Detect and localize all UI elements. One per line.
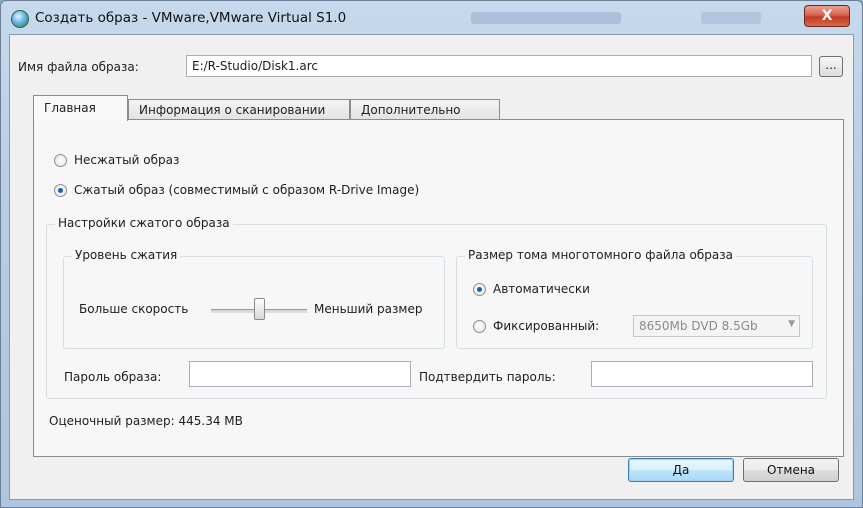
background-window-ghost xyxy=(701,12,761,24)
tab-label: Информация о сканировании xyxy=(139,103,326,117)
confirm-password-label: Подтвердить пароль: xyxy=(419,370,556,384)
close-button[interactable]: X xyxy=(804,5,850,27)
fixed-volume-option[interactable]: Фиксированный: xyxy=(473,319,599,333)
tab-main[interactable]: Главная xyxy=(33,95,128,121)
tab-scan-info[interactable]: Информация о сканировании xyxy=(128,99,350,120)
auto-volume-radio[interactable] xyxy=(473,282,486,296)
chevron-down-icon: ▼ xyxy=(788,319,795,329)
compression-settings-title: Настройки сжатого образа xyxy=(55,216,233,230)
ok-button[interactable]: Да xyxy=(628,458,734,482)
estimated-size-text: Оценочный размер: 445.34 MB xyxy=(49,414,243,428)
confirm-password-input[interactable] xyxy=(591,361,813,387)
cancel-button[interactable]: Отмена xyxy=(743,458,839,482)
tab-label: Дополнительно xyxy=(361,103,461,117)
auto-volume-option[interactable]: Автоматически xyxy=(473,282,590,296)
fixed-volume-label: Фиксированный: xyxy=(493,319,600,333)
background-window-ghost xyxy=(471,12,621,24)
create-image-dialog: Создать образ - VMware,VMware Virtual S1… xyxy=(0,0,863,508)
slider-right-label: Меньший размер xyxy=(314,302,423,316)
compression-level-title: Уровень сжатия xyxy=(72,248,181,262)
password-label: Пароль образа: xyxy=(64,370,162,384)
slider-left-label: Больше скорость xyxy=(79,302,189,316)
window-title: Создать образ - VMware,VMware Virtual S1… xyxy=(35,10,347,26)
file-name-label: Имя файла образа: xyxy=(18,60,139,74)
fixed-size-select: 8650Mb DVD 8.5Gb ▼ xyxy=(633,315,800,337)
compressed-radio[interactable] xyxy=(54,183,67,197)
password-input[interactable] xyxy=(189,361,411,387)
tab-label: Главная xyxy=(44,101,96,115)
close-icon: X xyxy=(821,8,833,24)
uncompressed-label: Несжатый образ xyxy=(74,153,180,167)
uncompressed-option[interactable]: Несжатый образ xyxy=(54,153,179,167)
compressed-option[interactable]: Сжатый образ (совместимый с образом R-Dr… xyxy=(54,183,419,197)
app-icon xyxy=(11,10,29,28)
compressed-label: Сжатый образ (совместимый с образом R-Dr… xyxy=(74,183,420,197)
title-bar[interactable]: Создать образ - VMware,VMware Virtual S1… xyxy=(1,1,862,35)
auto-volume-label: Автоматически xyxy=(493,282,590,296)
tab-advanced[interactable]: Дополнительно xyxy=(350,99,500,120)
volume-size-title: Размер тома многотомного файла образа xyxy=(465,248,737,262)
browse-button[interactable]: ... xyxy=(819,56,843,77)
file-name-input[interactable]: E:/R-Studio/Disk1.arc xyxy=(186,55,812,77)
fixed-size-value: 8650Mb DVD 8.5Gb xyxy=(639,319,758,333)
uncompressed-radio[interactable] xyxy=(54,153,67,167)
compression-slider-thumb[interactable] xyxy=(253,298,265,320)
fixed-volume-radio[interactable] xyxy=(473,319,486,333)
